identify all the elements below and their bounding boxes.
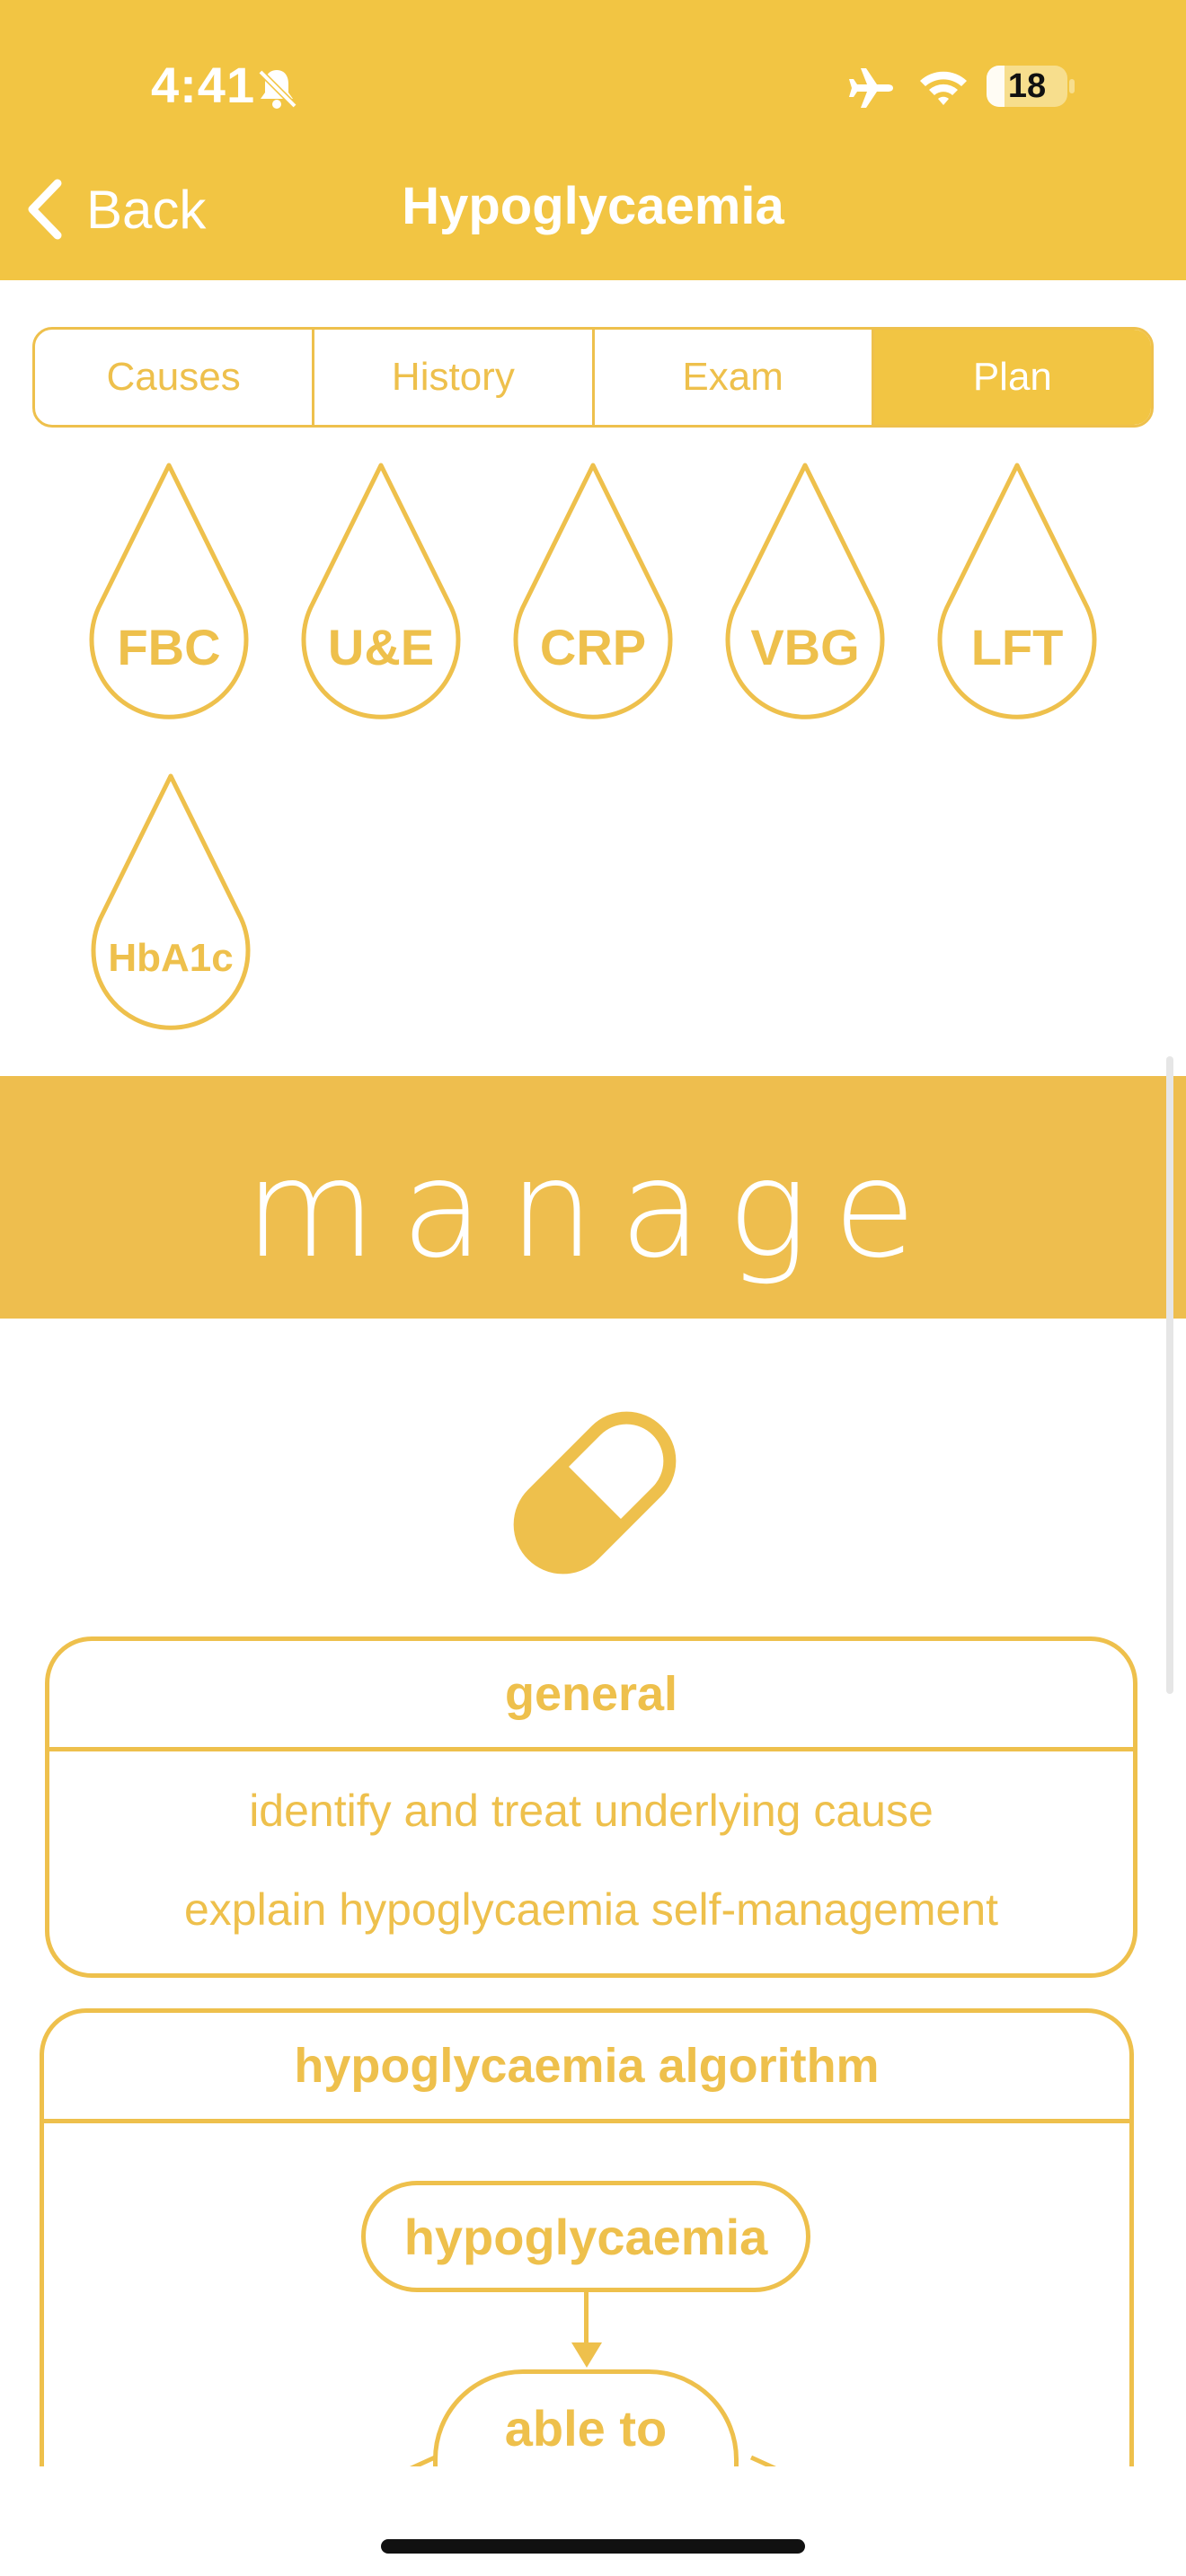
blood-drop-icon <box>89 463 249 719</box>
card-divider <box>44 2119 1129 2123</box>
battery-percentage: 18 <box>1007 67 1047 105</box>
blood-drop-icon <box>725 463 885 719</box>
investigation-label: CRP <box>539 619 647 675</box>
status-time: 4:41 <box>151 57 256 113</box>
blood-drop-icon <box>301 463 461 719</box>
tab-causes[interactable]: Causes <box>35 330 315 425</box>
algorithm-node-start[interactable]: hypoglycaemia <box>361 2181 810 2292</box>
tab-history[interactable]: History <box>314 330 595 425</box>
bell-slash-icon <box>258 69 297 109</box>
investigation-ue[interactable]: U&E <box>300 460 462 726</box>
home-indicator[interactable] <box>381 2539 805 2554</box>
bottom-safe-area <box>0 2466 1186 2576</box>
arrow-head-icon <box>571 2342 602 2368</box>
investigation-vbg[interactable]: VBG <box>724 460 886 726</box>
investigation-label: HbA1c <box>108 936 234 980</box>
investigation-lft[interactable]: LFT <box>936 460 1098 726</box>
investigation-label: VBG <box>750 619 860 675</box>
battery-cap <box>1069 79 1075 93</box>
card-title: general <box>504 1667 678 1721</box>
blood-drop-icon <box>91 773 251 1030</box>
scrollbar[interactable] <box>1166 1056 1173 1694</box>
investigation-label: LFT <box>970 619 1064 675</box>
tab-bar: Causes History Exam Plan <box>32 327 1154 428</box>
blood-drop-icon <box>937 463 1097 719</box>
general-card: general identify and treat underlying ca… <box>45 1636 1137 1978</box>
tab-plan[interactable]: Plan <box>873 330 1151 425</box>
airplane-icon <box>849 68 893 108</box>
section-heading: manage <box>244 1132 942 1288</box>
pill-icon <box>513 1411 677 1575</box>
list-item: identify and treat underlying cause <box>249 1786 934 1836</box>
investigation-label: U&E <box>327 619 435 675</box>
blood-drop-icon <box>513 463 673 719</box>
card-divider <box>49 1747 1133 1751</box>
tab-exam[interactable]: Exam <box>595 330 874 425</box>
investigation-label: FBC <box>117 619 221 675</box>
investigation-crp[interactable]: CRP <box>512 460 674 726</box>
list-item: explain hypoglycaemia self-management <box>183 1884 999 1935</box>
investigation-hba1c[interactable]: HbA1c <box>90 771 252 1037</box>
page-title: Hypoglycaemia <box>402 177 784 235</box>
investigation-fbc[interactable]: FBC <box>88 460 250 726</box>
card-title: hypoglycaemia algorithm <box>294 2039 880 2093</box>
wifi-icon <box>920 71 967 105</box>
